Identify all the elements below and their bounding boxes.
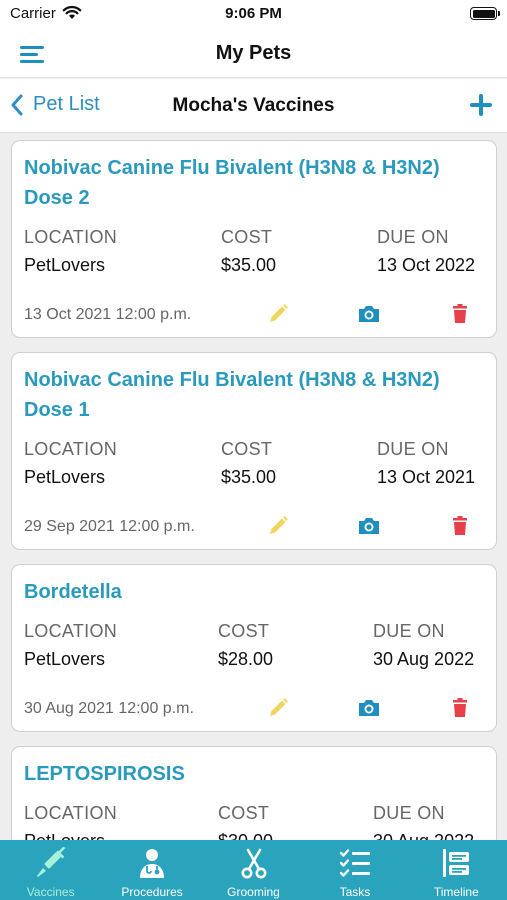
location-header: LOCATION <box>24 439 118 459</box>
app-title: My Pets <box>215 42 292 64</box>
delete-trash-icon[interactable] <box>447 513 473 539</box>
due-on-value: 30 Aug 2022 <box>373 831 474 840</box>
sub-header: Pet List Mocha's Vaccines <box>0 79 507 133</box>
tab-label: Vaccines <box>26 885 75 899</box>
vaccine-timestamp: 29 Sep 2021 12:00 p.m. <box>24 518 195 535</box>
camera-icon[interactable] <box>356 301 382 327</box>
vaccine-card[interactable]: Nobivac Canine Flu Bivalent (H3N8 & H3N2… <box>11 140 497 338</box>
cost-value: $28.00 <box>218 649 274 669</box>
location-value: PetLovers <box>24 255 106 275</box>
edit-pencil-icon[interactable] <box>265 513 291 539</box>
battery-icon <box>470 7 500 20</box>
delete-trash-icon[interactable] <box>447 301 473 327</box>
due-on-value: 30 Aug 2022 <box>373 649 475 669</box>
cost-value: $30.00 <box>218 831 273 840</box>
due-on-value: 13 Oct 2022 <box>377 255 476 275</box>
location-header: LOCATION <box>24 803 118 823</box>
due-on-value: 13 Oct 2021 <box>377 467 476 487</box>
location-header: LOCATION <box>24 227 118 247</box>
cost-header: COST <box>218 621 270 641</box>
vaccine-list[interactable]: Nobivac Canine Flu Bivalent (H3N8 & H3N2… <box>0 133 507 840</box>
tab-timeline[interactable]: Timeline <box>406 840 507 900</box>
cost-header: COST <box>221 439 273 459</box>
add-icon[interactable] <box>470 94 492 116</box>
cost-value: $35.00 <box>221 255 277 275</box>
vaccine-name: Nobivac Canine Flu Bivalent (H3N8 & H3N2… <box>24 369 440 421</box>
tab-tasks[interactable]: Tasks <box>304 840 405 900</box>
tab-procedures[interactable]: Procedures <box>101 840 202 900</box>
tab-bar: Vaccines Procedures Grooming Tasks Timel… <box>0 840 507 900</box>
tab-label: Grooming <box>227 885 280 899</box>
status-bar: Carrier 9:06 PM <box>0 0 507 30</box>
vaccine-name: Nobivac Canine Flu Bivalent (H3N8 & H3N2… <box>24 157 440 209</box>
edit-pencil-icon[interactable] <box>265 301 291 327</box>
app-header: My Pets <box>0 30 507 78</box>
tab-grooming[interactable]: Grooming <box>203 840 304 900</box>
cost-value: $35.00 <box>221 467 277 487</box>
vaccine-card[interactable]: Nobivac Canine Flu Bivalent (H3N8 & H3N2… <box>11 352 497 550</box>
location-header: LOCATION <box>24 621 118 641</box>
tab-vaccines[interactable]: Vaccines <box>0 840 101 900</box>
clock-time: 9:06 PM <box>225 5 282 22</box>
due-on-header: DUE ON <box>373 621 445 641</box>
location-value: PetLovers <box>24 831 105 840</box>
vaccine-name: LEPTOSPIROSIS <box>24 763 185 785</box>
camera-icon[interactable] <box>356 513 382 539</box>
cost-header: COST <box>218 803 270 823</box>
edit-pencil-icon[interactable] <box>265 695 291 721</box>
tab-label: Tasks <box>339 885 371 899</box>
cost-header: COST <box>221 227 273 247</box>
location-value: PetLovers <box>24 467 106 487</box>
syringe-icon <box>36 847 66 877</box>
doctor-icon <box>140 849 165 878</box>
checklist-icon <box>339 849 370 877</box>
due-on-header: DUE ON <box>373 803 445 823</box>
delete-trash-icon[interactable] <box>447 695 473 721</box>
vaccine-card[interactable]: LEPTOSPIROSIS LOCATION COST DUE ON PetLo… <box>11 746 497 840</box>
tab-label: Procedures <box>121 885 183 899</box>
screen-title: Mocha's Vaccines <box>172 95 335 116</box>
vaccine-timestamp: 30 Aug 2021 12:00 p.m. <box>24 700 194 717</box>
camera-icon[interactable] <box>356 695 382 721</box>
location-value: PetLovers <box>24 649 106 669</box>
vaccine-card[interactable]: Bordetella LOCATION COST DUE ON PetLover… <box>11 564 497 732</box>
scissors-icon <box>241 848 267 879</box>
tab-label: Timeline <box>433 885 479 899</box>
due-on-header: DUE ON <box>377 439 449 459</box>
vaccine-timestamp: 13 Oct 2021 12:00 p.m. <box>24 306 192 323</box>
timeline-icon <box>443 849 470 877</box>
due-on-header: DUE ON <box>377 227 449 247</box>
vaccine-name: Bordetella <box>24 581 122 603</box>
